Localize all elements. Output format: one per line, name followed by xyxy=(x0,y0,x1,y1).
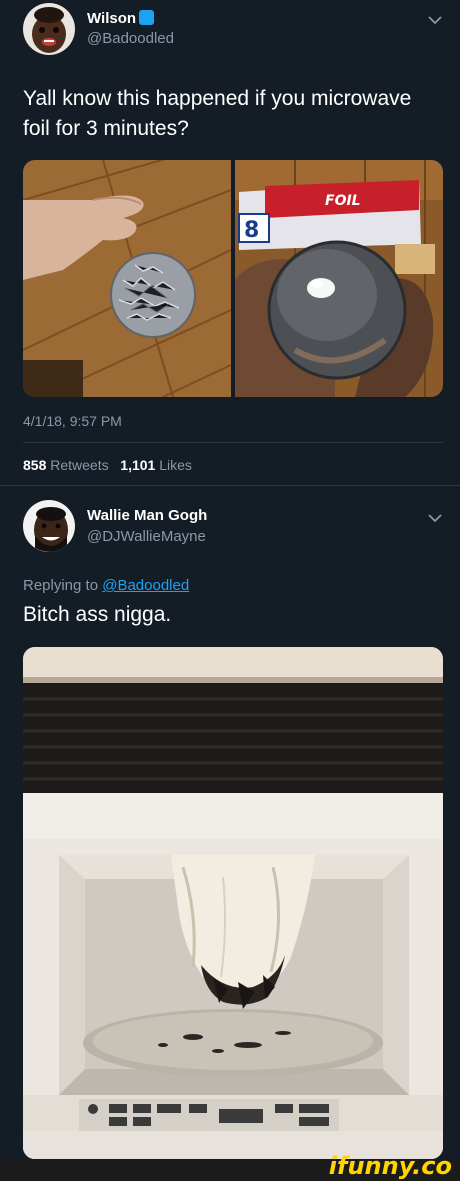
tweet2-media[interactable] xyxy=(23,647,443,1159)
chevron-down-icon[interactable] xyxy=(428,12,442,28)
ifunny-logo: ifunny.co xyxy=(328,1152,452,1180)
retweets-stat[interactable]: 858 Retweets xyxy=(23,457,109,473)
replying-to: Replying to @Badoodled xyxy=(23,577,190,594)
foil-box-number: 8 xyxy=(244,218,259,243)
tweet1-text-line2: foil for 3 minutes? xyxy=(23,117,189,140)
accessibility-icon xyxy=(139,10,155,25)
tweet2-text: Bitch ass nigga. xyxy=(23,603,172,626)
foil-box-text: FOIL xyxy=(325,193,361,209)
tweet1-media[interactable]: FOIL 8 xyxy=(23,160,443,397)
photo-microwave xyxy=(23,647,443,1159)
divider xyxy=(23,442,443,443)
photo-polished-ball[interactable]: FOIL 8 xyxy=(235,160,443,397)
tweet1-timestamp[interactable]: 4/1/18, 9:57 PM xyxy=(23,413,122,429)
tweet1-text: Yall know this happened if you microwave… xyxy=(23,84,443,144)
tweet2-handle[interactable]: @DJWallieMayne xyxy=(87,528,206,545)
avatar-wilson[interactable] xyxy=(23,3,75,55)
divider xyxy=(0,485,460,486)
tweet2-display-name[interactable]: Wallie Man Gogh xyxy=(87,507,207,524)
replying-to-link[interactable]: @Badoodled xyxy=(102,577,189,594)
likes-stat[interactable]: 1,101 Likes xyxy=(120,457,192,473)
tweet1-stats: 858 Retweets 1,101 Likes xyxy=(23,457,192,473)
photo-foil-ball[interactable] xyxy=(23,160,232,397)
tweet1-text-line1: Yall know this happened if you microwave xyxy=(23,87,412,110)
tweet1-display-name[interactable]: Wilson xyxy=(87,10,155,27)
tweet1-handle[interactable]: @Badoodled xyxy=(87,30,174,47)
chevron-down-icon[interactable] xyxy=(428,510,442,526)
avatar-wallie[interactable] xyxy=(23,500,75,552)
